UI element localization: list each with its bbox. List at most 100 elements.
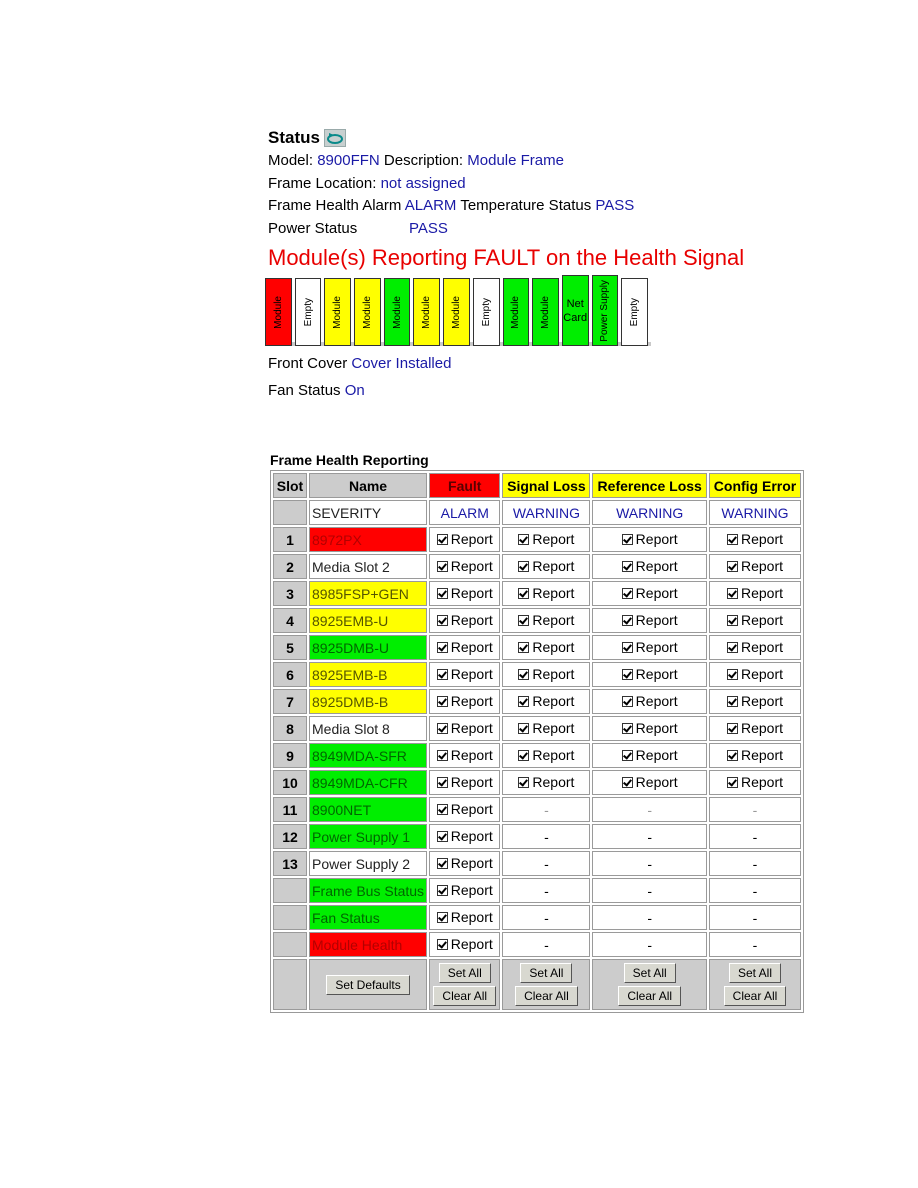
- reference-loss-report-checkbox[interactable]: Report: [621, 774, 678, 790]
- signal-loss-report-checkbox[interactable]: Report: [518, 558, 574, 574]
- config-error-report-checkbox[interactable]: Report: [726, 612, 783, 628]
- checkbox-checked-icon[interactable]: [436, 884, 448, 896]
- frame-slot-3[interactable]: Module: [324, 278, 352, 346]
- frame-slot-10[interactable]: Module: [532, 278, 559, 346]
- frame-slot-6[interactable]: Module: [413, 278, 441, 346]
- checkbox-checked-icon[interactable]: [726, 776, 738, 788]
- checkbox-checked-icon[interactable]: [621, 533, 633, 545]
- reference-loss-set-all-button[interactable]: Set All: [623, 963, 676, 983]
- checkbox-checked-icon[interactable]: [621, 641, 633, 653]
- checkbox-checked-icon[interactable]: [518, 722, 530, 734]
- frame-slot-4[interactable]: Module: [354, 278, 381, 346]
- frame-slot-12[interactable]: Power Supply: [591, 275, 619, 346]
- checkbox-checked-icon[interactable]: [518, 668, 530, 680]
- frame-slot-11[interactable]: Net Card: [561, 275, 589, 346]
- checkbox-checked-icon[interactable]: [436, 776, 448, 788]
- frame-slot-5[interactable]: Module: [383, 278, 411, 346]
- signal-loss-report-checkbox[interactable]: Report: [518, 531, 574, 547]
- reference-loss-report-checkbox[interactable]: Report: [621, 720, 678, 736]
- frame-slot-13[interactable]: Empty: [621, 278, 648, 346]
- config-error-report-checkbox[interactable]: Report: [726, 774, 783, 790]
- checkbox-checked-icon[interactable]: [518, 533, 530, 545]
- config-error-report-checkbox[interactable]: Report: [726, 639, 783, 655]
- fault-report-checkbox[interactable]: Report: [436, 612, 493, 628]
- checkbox-checked-icon[interactable]: [436, 830, 448, 842]
- checkbox-checked-icon[interactable]: [621, 668, 633, 680]
- fault-report-checkbox[interactable]: Report: [436, 558, 493, 574]
- config-error-set-all-button[interactable]: Set All: [728, 963, 782, 983]
- reference-loss-report-checkbox[interactable]: Report: [621, 558, 678, 574]
- checkbox-checked-icon[interactable]: [436, 560, 448, 572]
- fault-report-checkbox[interactable]: Report: [436, 882, 493, 898]
- checkbox-checked-icon[interactable]: [621, 695, 633, 707]
- fault-report-checkbox[interactable]: Report: [436, 801, 493, 817]
- reference-loss-report-checkbox[interactable]: Report: [621, 747, 678, 763]
- config-error-report-checkbox[interactable]: Report: [726, 720, 783, 736]
- signal-loss-report-checkbox[interactable]: Report: [518, 693, 574, 709]
- signal-loss-clear-all-button[interactable]: Clear All: [515, 986, 578, 1006]
- signal-loss-report-checkbox[interactable]: Report: [518, 585, 574, 601]
- checkbox-checked-icon[interactable]: [726, 722, 738, 734]
- signal-loss-set-all-button[interactable]: Set All: [520, 963, 573, 983]
- checkbox-checked-icon[interactable]: [436, 722, 448, 734]
- config-error-report-checkbox[interactable]: Report: [726, 558, 783, 574]
- checkbox-checked-icon[interactable]: [436, 938, 448, 950]
- reference-loss-report-checkbox[interactable]: Report: [621, 666, 678, 682]
- checkbox-checked-icon[interactable]: [518, 641, 530, 653]
- checkbox-checked-icon[interactable]: [436, 695, 448, 707]
- checkbox-checked-icon[interactable]: [518, 560, 530, 572]
- fault-report-checkbox[interactable]: Report: [436, 666, 493, 682]
- frame-slot-1[interactable]: Module: [265, 278, 292, 346]
- fault-report-checkbox[interactable]: Report: [436, 639, 493, 655]
- checkbox-checked-icon[interactable]: [621, 749, 633, 761]
- signal-loss-report-checkbox[interactable]: Report: [518, 720, 574, 736]
- checkbox-checked-icon[interactable]: [436, 614, 448, 626]
- config-error-report-checkbox[interactable]: Report: [726, 693, 783, 709]
- fault-report-checkbox[interactable]: Report: [436, 531, 493, 547]
- fault-report-checkbox[interactable]: Report: [436, 774, 493, 790]
- config-error-report-checkbox[interactable]: Report: [726, 747, 783, 763]
- checkbox-checked-icon[interactable]: [436, 587, 448, 599]
- reference-loss-report-checkbox[interactable]: Report: [621, 612, 678, 628]
- frame-slot-8[interactable]: Empty: [472, 278, 500, 346]
- fault-report-checkbox[interactable]: Report: [436, 720, 493, 736]
- checkbox-checked-icon[interactable]: [621, 587, 633, 599]
- fault-report-checkbox[interactable]: Report: [436, 855, 493, 871]
- checkbox-checked-icon[interactable]: [436, 803, 448, 815]
- checkbox-checked-icon[interactable]: [436, 857, 448, 869]
- fault-report-checkbox[interactable]: Report: [436, 747, 493, 763]
- fault-report-checkbox[interactable]: Report: [436, 693, 493, 709]
- fault-report-checkbox[interactable]: Report: [436, 585, 493, 601]
- refresh-icon[interactable]: [323, 129, 346, 147]
- signal-loss-report-checkbox[interactable]: Report: [518, 666, 574, 682]
- fault-report-checkbox[interactable]: Report: [436, 936, 493, 952]
- config-error-report-checkbox[interactable]: Report: [726, 666, 783, 682]
- checkbox-checked-icon[interactable]: [621, 614, 633, 626]
- checkbox-checked-icon[interactable]: [518, 776, 530, 788]
- checkbox-checked-icon[interactable]: [726, 668, 738, 680]
- checkbox-checked-icon[interactable]: [621, 776, 633, 788]
- frame-slot-9[interactable]: Module: [502, 278, 530, 346]
- fault-set-all-button[interactable]: Set All: [438, 963, 491, 983]
- checkbox-checked-icon[interactable]: [726, 749, 738, 761]
- frame-slot-2[interactable]: Empty: [294, 278, 322, 346]
- checkbox-checked-icon[interactable]: [621, 722, 633, 734]
- checkbox-checked-icon[interactable]: [436, 749, 448, 761]
- checkbox-checked-icon[interactable]: [518, 695, 530, 707]
- signal-loss-report-checkbox[interactable]: Report: [518, 747, 574, 763]
- reference-loss-report-checkbox[interactable]: Report: [621, 531, 678, 547]
- checkbox-checked-icon[interactable]: [518, 614, 530, 626]
- signal-loss-report-checkbox[interactable]: Report: [518, 612, 574, 628]
- checkbox-checked-icon[interactable]: [436, 641, 448, 653]
- config-error-clear-all-button[interactable]: Clear All: [723, 986, 787, 1006]
- checkbox-checked-icon[interactable]: [726, 695, 738, 707]
- fault-report-checkbox[interactable]: Report: [436, 909, 493, 925]
- signal-loss-report-checkbox[interactable]: Report: [518, 639, 574, 655]
- checkbox-checked-icon[interactable]: [436, 911, 448, 923]
- set-defaults-button[interactable]: Set Defaults: [326, 974, 410, 995]
- checkbox-checked-icon[interactable]: [436, 533, 448, 545]
- config-error-report-checkbox[interactable]: Report: [726, 585, 783, 601]
- reference-loss-report-checkbox[interactable]: Report: [621, 585, 678, 601]
- fault-report-checkbox[interactable]: Report: [436, 828, 493, 844]
- checkbox-checked-icon[interactable]: [436, 668, 448, 680]
